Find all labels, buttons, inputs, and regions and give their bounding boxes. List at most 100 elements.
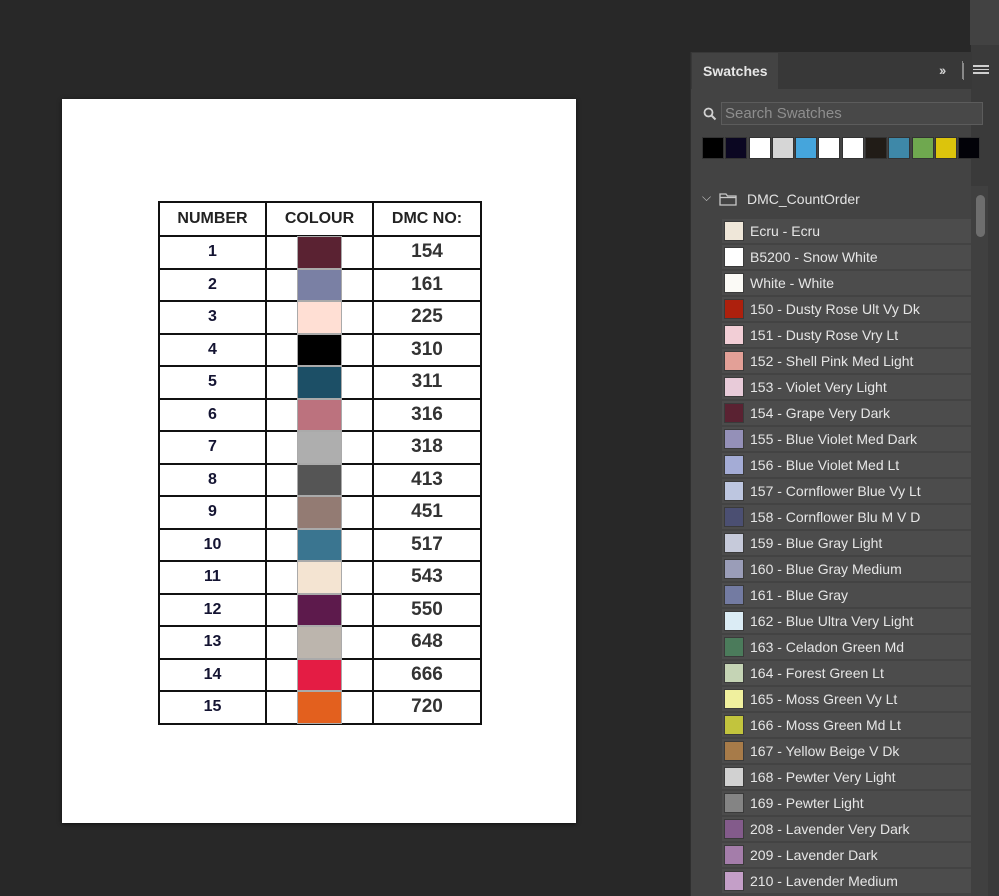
swatch-list-item[interactable]: 164 - Forest Green Lt: [722, 661, 971, 685]
panel-header: Swatches ››: [691, 52, 972, 89]
recent-color-swatch[interactable]: [934, 137, 957, 159]
swatch-list-item[interactable]: 154 - Grape Very Dark: [722, 401, 971, 425]
swatch-list-item[interactable]: 151 - Dusty Rose Vry Lt: [722, 323, 971, 347]
swatch-list-item[interactable]: 150 - Dusty Rose Ult Vy Dk: [722, 297, 971, 321]
swatch-label: 168 - Pewter Very Light: [750, 769, 896, 785]
swatch-list-item[interactable]: 163 - Celadon Green Md: [722, 635, 971, 659]
swatch-list-item[interactable]: 165 - Moss Green Vy Lt: [722, 687, 971, 711]
swatch-color-chip: [724, 845, 744, 865]
swatch-label: White - White: [750, 275, 835, 291]
colour-chip: [297, 236, 342, 269]
recent-color-swatch[interactable]: [911, 137, 934, 159]
swatch-list-item[interactable]: 158 - Cornflower Blu M V D: [722, 505, 971, 529]
swatches-panel: Swatches ›› ⌵ DMC_CountOrder Ecru - Ecru…: [690, 52, 988, 896]
recent-color-swatch[interactable]: [795, 137, 818, 159]
scrollbar-thumb[interactable]: [976, 195, 985, 237]
swatch-color-chip: [724, 299, 744, 319]
swatch-list-item[interactable]: White - White: [722, 271, 971, 295]
row-number: 2: [158, 267, 267, 302]
recent-color-swatch[interactable]: [958, 137, 981, 159]
chevron-down-icon[interactable]: ⌵: [702, 190, 711, 205]
colour-chip: [297, 626, 342, 659]
swatch-color-chip: [724, 559, 744, 579]
swatch-list-item[interactable]: 152 - Shell Pink Med Light: [722, 349, 971, 373]
menu-divider: [962, 61, 963, 79]
header-dmc-no: DMC NO:: [372, 201, 482, 237]
recent-color-swatch[interactable]: [725, 137, 748, 159]
swatch-label: 153 - Violet Very Light: [750, 379, 887, 395]
swatch-list-scrollbar[interactable]: [971, 186, 988, 896]
swatch-list-item[interactable]: 156 - Blue Violet Med Lt: [722, 453, 971, 477]
table-row: 3 225: [158, 300, 482, 335]
swatch-list-item[interactable]: 160 - Blue Gray Medium: [722, 557, 971, 581]
swatch-list-item[interactable]: 210 - Lavender Medium: [722, 869, 971, 893]
header-number: NUMBER: [158, 201, 267, 237]
swatch-list-item[interactable]: 155 - Blue Violet Med Dark: [722, 427, 971, 451]
swatch-list-item[interactable]: 161 - Blue Gray: [722, 583, 971, 607]
swatch-color-chip: [724, 611, 744, 631]
swatch-list-item[interactable]: 166 - Moss Green Md Lt: [722, 713, 971, 737]
swatch-list-item[interactable]: Ecru - Ecru: [722, 219, 971, 243]
double-chevron-right-icon[interactable]: ››: [939, 62, 946, 78]
swatch-list-item[interactable]: 162 - Blue Ultra Very Light: [722, 609, 971, 633]
swatch-list-item[interactable]: B5200 - Snow White: [722, 245, 971, 269]
row-dmc-number: 517: [372, 527, 482, 562]
header-colour: COLOUR: [265, 201, 374, 237]
swatch-list-item[interactable]: 169 - Pewter Light: [722, 791, 971, 815]
row-dmc-number: 310: [372, 332, 482, 367]
swatch-list-item[interactable]: 159 - Blue Gray Light: [722, 531, 971, 555]
swatch-label: 157 - Cornflower Blue Vy Lt: [750, 483, 921, 499]
search-swatches-input[interactable]: [721, 102, 983, 125]
recent-color-swatch[interactable]: [865, 137, 888, 159]
recent-color-swatch[interactable]: [702, 137, 724, 159]
document-artboard[interactable]: NUMBER COLOUR DMC NO: 1 154 2 161 3 225 4 310 5 3…: [62, 99, 576, 823]
swatch-label: 160 - Blue Gray Medium: [750, 561, 902, 577]
swatch-list-item[interactable]: 209 - Lavender Dark: [722, 843, 971, 867]
swatch-color-chip: [724, 715, 744, 735]
colour-chip: [297, 593, 342, 626]
row-dmc-number: 311: [372, 365, 482, 400]
row-dmc-number: 550: [372, 592, 482, 627]
swatch-label: B5200 - Snow White: [750, 249, 878, 265]
table-row: 2 161: [158, 267, 482, 302]
row-number: 11: [158, 560, 267, 595]
colour-chip: [297, 658, 342, 691]
swatch-label: 159 - Blue Gray Light: [750, 535, 883, 551]
hamburger-menu-icon[interactable]: [973, 65, 989, 77]
table-row: 9 451: [158, 495, 482, 530]
recent-color-swatch[interactable]: [888, 137, 911, 159]
recent-color-swatch[interactable]: [771, 137, 794, 159]
row-number: 8: [158, 462, 267, 497]
swatch-list-item[interactable]: 153 - Violet Very Light: [722, 375, 971, 399]
swatch-color-chip: [724, 533, 744, 553]
row-colour-cell: [265, 300, 374, 335]
swatch-group-dmc-countorder[interactable]: ⌵ DMC_CountOrder: [691, 186, 971, 212]
swatch-list-item[interactable]: 168 - Pewter Very Light: [722, 765, 971, 789]
swatch-color-chip: [724, 429, 744, 449]
swatch-label: 209 - Lavender Dark: [750, 847, 878, 863]
recent-color-swatch[interactable]: [748, 137, 771, 159]
row-colour-cell: [265, 625, 374, 660]
row-dmc-number: 413: [372, 462, 482, 497]
row-dmc-number: 451: [372, 495, 482, 530]
app-window: NUMBER COLOUR DMC NO: 1 154 2 161 3 225 4 310 5 3…: [0, 0, 999, 896]
table-row: 6 316: [158, 397, 482, 432]
colour-chip: [297, 431, 342, 464]
swatch-list-item[interactable]: 157 - Cornflower Blue Vy Lt: [722, 479, 971, 503]
swatch-label: 210 - Lavender Medium: [750, 873, 898, 889]
swatch-list-item[interactable]: 208 - Lavender Very Dark: [722, 817, 971, 841]
row-number: 12: [158, 592, 267, 627]
swatch-label: 150 - Dusty Rose Ult Vy Dk: [750, 301, 920, 317]
swatch-label: 161 - Blue Gray: [750, 587, 849, 603]
recent-color-swatch[interactable]: [841, 137, 864, 159]
colour-chip: [297, 398, 342, 431]
recent-colors-row: [702, 137, 982, 159]
swatch-list-item[interactable]: 167 - Yellow Beige V Dk: [722, 739, 971, 763]
recent-color-swatch[interactable]: [818, 137, 841, 159]
tab-swatches[interactable]: Swatches: [692, 53, 778, 89]
colour-chip: [297, 301, 342, 334]
colour-chip: [297, 528, 342, 561]
swatch-color-chip: [724, 507, 744, 527]
row-number: 4: [158, 332, 267, 367]
swatch-color-chip: [724, 741, 744, 761]
